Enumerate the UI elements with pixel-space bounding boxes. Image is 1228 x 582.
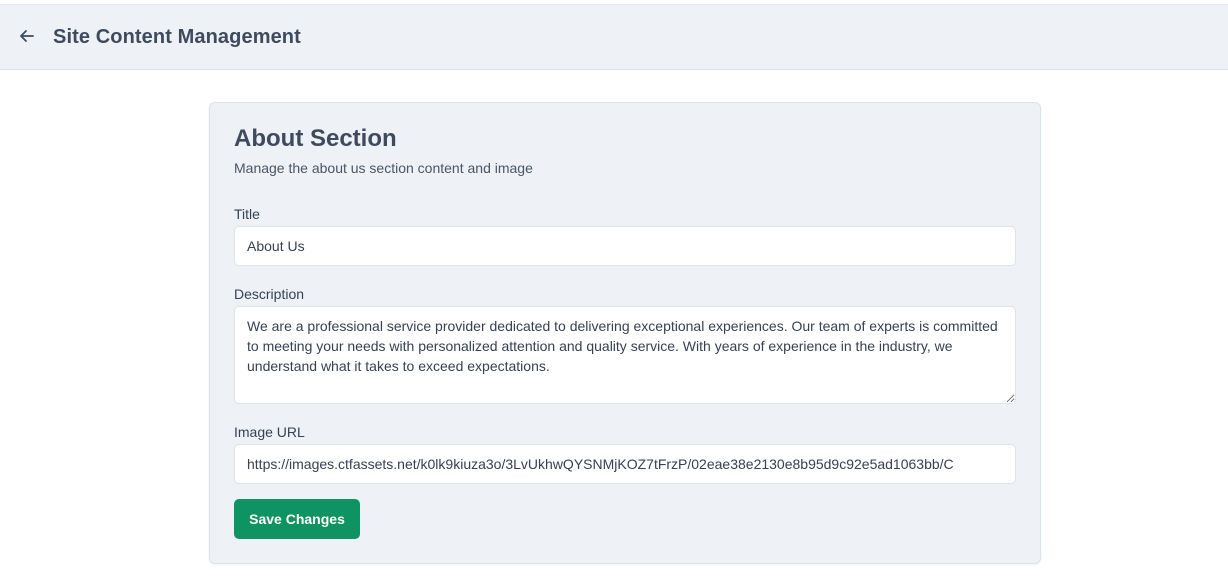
description-textarea[interactable]: We are a professional service provider d… [234, 306, 1016, 404]
page-title: Site Content Management [53, 26, 301, 48]
about-section-card: About Section Manage the about us sectio… [209, 102, 1041, 564]
save-changes-button[interactable]: Save Changes [234, 499, 360, 539]
description-field-label: Description [234, 286, 305, 302]
image-url-input[interactable] [234, 444, 1016, 484]
section-title: About Section [234, 125, 397, 152]
arrow-left-icon [18, 27, 36, 50]
title-input[interactable] [234, 226, 1016, 266]
app-header: Site Content Management [0, 4, 1228, 70]
image-url-field-label: Image URL [234, 424, 305, 440]
back-button[interactable] [16, 27, 38, 49]
title-field-label: Title [234, 206, 260, 222]
section-subtitle: Manage the about us section content and … [234, 160, 533, 176]
